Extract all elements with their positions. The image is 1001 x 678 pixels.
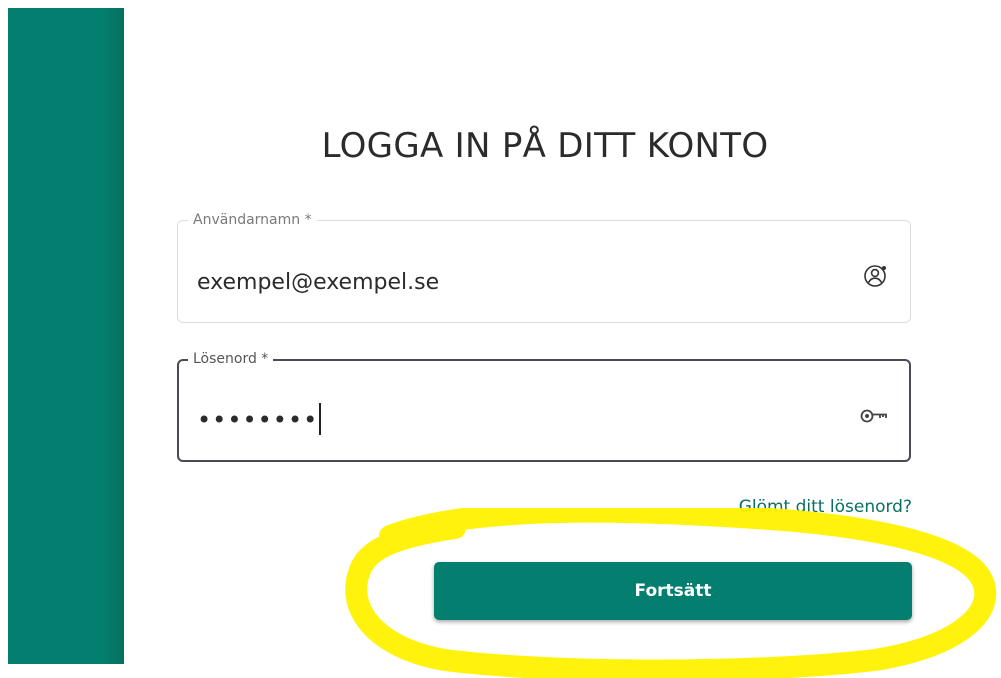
text-caret	[319, 403, 322, 435]
username-field[interactable]: Användarnamn * exempel@exempel.se	[177, 211, 911, 323]
brand-sidebar	[8, 8, 124, 664]
username-value: exempel@exempel.se	[197, 270, 440, 295]
page-title: LOGGA IN PÅ DITT KONTO	[321, 126, 769, 166]
continue-button[interactable]: Fortsätt	[434, 562, 912, 620]
password-value: ••••••••	[197, 403, 322, 437]
username-label: Användarnamn *	[188, 211, 317, 229]
password-field[interactable]: Lösenord * ••••••••	[177, 350, 911, 462]
user-circle-icon	[860, 263, 890, 289]
password-label: Lösenord *	[188, 350, 274, 368]
key-icon[interactable]	[859, 403, 889, 429]
forgot-password-link[interactable]: Glömt ditt lösenord?	[739, 497, 912, 517]
